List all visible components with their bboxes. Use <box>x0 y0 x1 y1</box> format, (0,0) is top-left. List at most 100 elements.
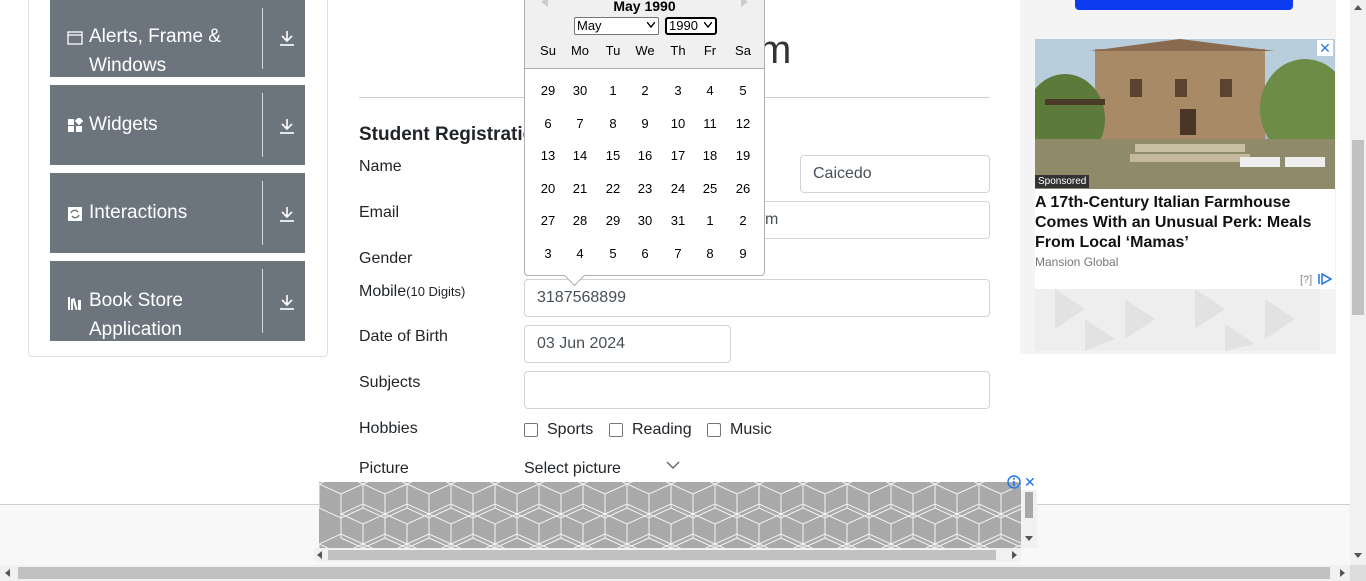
date-of-birth-input[interactable]: 03 Jun 2024 <box>524 325 731 363</box>
mobile-input[interactable]: 3187568899 <box>524 279 990 317</box>
calendar-day[interactable]: 8 <box>597 116 629 131</box>
calendar-day[interactable]: 9 <box>727 246 759 261</box>
calendar-day[interactable]: 3 <box>662 83 694 98</box>
chevron-down-icon[interactable] <box>666 460 680 470</box>
download-icon[interactable] <box>279 205 295 223</box>
reading-checkbox[interactable] <box>609 423 623 437</box>
calendar-day[interactable]: 22 <box>597 181 629 196</box>
calendar-day[interactable]: 18 <box>694 148 726 163</box>
last-name-input[interactable]: Caicedo <box>800 155 990 193</box>
calendar-day[interactable]: 12 <box>727 116 759 131</box>
sponsored-badge: Sponsored <box>1035 175 1090 188</box>
subjects-input[interactable] <box>524 371 990 409</box>
scroll-down-icon[interactable] <box>1025 536 1033 541</box>
divider <box>262 269 263 333</box>
mobile-hint: (10 Digits) <box>406 284 466 299</box>
ad-close-icon[interactable]: ✕ <box>1317 40 1333 56</box>
datepicker-header: May 1990 May 1990 Su Mo Tu We Th Fr Sa <box>525 0 764 69</box>
scroll-up-icon[interactable] <box>1354 5 1362 10</box>
calendar-day[interactable]: 25 <box>694 181 726 196</box>
bottom-ad-banner[interactable] <box>319 482 1021 548</box>
scroll-down-icon[interactable] <box>1354 553 1362 558</box>
scrollbar-thumb[interactable] <box>18 567 1330 579</box>
calendar-day[interactable]: 4 <box>694 83 726 98</box>
calendar-day[interactable]: 3 <box>532 246 564 261</box>
select-picture-button[interactable]: Select picture <box>524 460 621 478</box>
scrollbar-thumb[interactable] <box>1352 140 1364 315</box>
calendar-day[interactable]: 1 <box>694 213 726 228</box>
calendar-day[interactable]: 6 <box>629 246 661 261</box>
day-name-header: Mo <box>570 43 590 58</box>
close-icon[interactable]: ✕ <box>1024 475 1036 489</box>
calendar-day[interactable]: 28 <box>564 213 596 228</box>
calendar-day[interactable]: 9 <box>629 116 661 131</box>
sidebar-item-alerts-frame-windows[interactable]: Alerts, Frame & Windows <box>50 0 305 77</box>
hobby-music[interactable]: Music <box>707 421 772 439</box>
calendar-day[interactable]: 1 <box>597 83 629 98</box>
next-month-icon[interactable] <box>741 0 748 7</box>
calendar-day[interactable]: 16 <box>629 148 661 163</box>
scrollbar-thumb[interactable] <box>1025 492 1033 518</box>
ad-title[interactable]: A 17th-Century Italian Farmhouse Comes W… <box>1035 193 1325 253</box>
sidebar-item-label-line2: Windows <box>89 55 167 76</box>
info-icon[interactable] <box>1007 475 1021 489</box>
calendar-day[interactable]: 26 <box>727 181 759 196</box>
year-select[interactable]: 1990 <box>665 17 717 35</box>
hobby-sports[interactable]: Sports <box>524 421 593 439</box>
calendar-day[interactable]: 15 <box>597 148 629 163</box>
page-vertical-scrollbar[interactable] <box>1350 0 1366 565</box>
ad-card[interactable]: A 17th-Century Italian Farmhouse Comes W… <box>1035 189 1335 289</box>
calendar-day[interactable]: 7 <box>662 246 694 261</box>
calendar-day[interactable]: 10 <box>662 116 694 131</box>
scroll-right-icon[interactable] <box>1012 551 1017 559</box>
calendar-day[interactable]: 27 <box>532 213 564 228</box>
hobby-label: Sports <box>547 421 594 438</box>
calendar-day[interactable]: 29 <box>532 83 564 98</box>
month-select[interactable]: May <box>574 17 659 35</box>
calendar-day[interactable]: 4 <box>564 246 596 261</box>
ad-cta-button[interactable] <box>1075 0 1293 10</box>
calendar-day[interactable]: 2 <box>727 213 759 228</box>
ad-horizontal-scrollbar[interactable] <box>314 548 1021 562</box>
ad-info-link[interactable]: [?] <box>1300 274 1312 286</box>
adchoices-icon[interactable] <box>1318 273 1332 285</box>
calendar-day[interactable]: 20 <box>532 181 564 196</box>
calendar-day[interactable]: 6 <box>532 116 564 131</box>
music-checkbox[interactable] <box>707 423 721 437</box>
download-icon[interactable] <box>279 29 295 47</box>
calendar-day[interactable]: 2 <box>629 83 661 98</box>
sports-checkbox[interactable] <box>524 423 538 437</box>
ad-image[interactable] <box>1035 39 1335 189</box>
calendar-day[interactable]: 23 <box>629 181 661 196</box>
calendar-day[interactable]: 21 <box>564 181 596 196</box>
month-select-value: May <box>577 18 602 33</box>
calendar-day[interactable]: 14 <box>564 148 596 163</box>
calendar-day[interactable]: 29 <box>597 213 629 228</box>
calendar-day[interactable]: 8 <box>694 246 726 261</box>
sidebar-item-book-store-application[interactable]: Book Store Application <box>50 261 305 341</box>
ad-background-pattern <box>1035 289 1320 351</box>
scrollbar-thumb[interactable] <box>328 550 996 560</box>
calendar-day[interactable]: 5 <box>727 83 759 98</box>
sidebar-item-interactions[interactable]: Interactions <box>50 173 305 253</box>
calendar-day[interactable]: 24 <box>662 181 694 196</box>
scroll-left-icon[interactable] <box>317 551 322 559</box>
ad-vertical-scrollbar[interactable] <box>1021 490 1037 548</box>
page-horizontal-scrollbar[interactable] <box>0 565 1350 581</box>
calendar-day[interactable]: 17 <box>662 148 694 163</box>
calendar-day[interactable]: 31 <box>662 213 694 228</box>
calendar-day[interactable]: 13 <box>532 148 564 163</box>
hobby-reading[interactable]: Reading <box>609 421 692 439</box>
download-icon[interactable] <box>279 293 295 311</box>
scroll-left-icon[interactable] <box>5 569 10 577</box>
calendar-day[interactable]: 30 <box>629 213 661 228</box>
calendar-day[interactable]: 11 <box>694 116 726 131</box>
calendar-day[interactable]: 7 <box>564 116 596 131</box>
calendar-day[interactable]: 19 <box>727 148 759 163</box>
download-icon[interactable] <box>279 117 295 135</box>
calendar-day[interactable]: 5 <box>597 246 629 261</box>
calendar-day[interactable]: 30 <box>564 83 596 98</box>
ad-source[interactable]: Mansion Global <box>1035 255 1118 269</box>
scroll-right-icon[interactable] <box>1340 569 1345 577</box>
sidebar-item-widgets[interactable]: Widgets <box>50 85 305 165</box>
